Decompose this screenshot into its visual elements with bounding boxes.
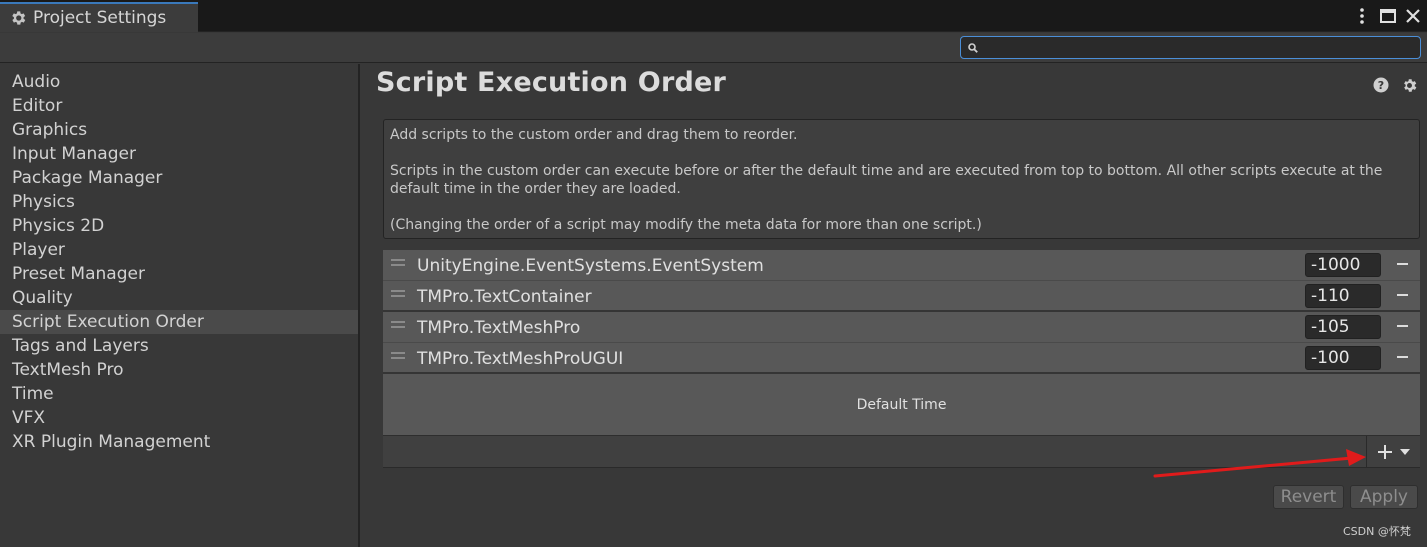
search-box[interactable] — [960, 36, 1421, 59]
sidebar-item-xr-plugin-management[interactable]: XR Plugin Management — [0, 430, 358, 454]
drag-handle-icon[interactable] — [391, 259, 405, 266]
sidebar-item-preset-manager[interactable]: Preset Manager — [0, 262, 358, 286]
watermark: CSDN @怀梵 — [1343, 525, 1411, 538]
minus-icon — [1396, 325, 1408, 327]
remove-script-button[interactable] — [1393, 348, 1411, 366]
script-name: TMPro.TextMeshPro — [417, 318, 581, 338]
execution-order-field[interactable] — [1305, 346, 1381, 370]
sidebar-item-player[interactable]: Player — [0, 238, 358, 262]
apply-button[interactable]: Apply — [1350, 485, 1418, 509]
sidebar-item-editor[interactable]: Editor — [0, 94, 358, 118]
page-title: Script Execution Order — [376, 67, 727, 98]
drag-handle-icon[interactable] — [391, 290, 405, 297]
script-name: TMPro.TextMeshProUGUI — [417, 349, 624, 369]
sidebar-item-package-manager[interactable]: Package Manager — [0, 166, 358, 190]
title-bar: Project Settings — [0, 0, 1427, 32]
plus-icon — [1377, 444, 1392, 459]
sidebar-item-textmesh-pro[interactable]: TextMesh Pro — [0, 358, 358, 382]
settings-main-panel: Script Execution Order ? Add scripts to … — [362, 64, 1427, 547]
default-time-divider: Default Time — [383, 374, 1420, 436]
help-text-meta-warning: (Changing the order of a script may modi… — [390, 217, 982, 233]
sidebar-item-vfx[interactable]: VFX — [0, 406, 358, 430]
tab-title: Project Settings — [33, 8, 167, 28]
sidebar-item-time[interactable]: Time — [0, 382, 358, 406]
maximize-icon[interactable] — [1378, 6, 1398, 26]
sidebar-item-graphics[interactable]: Graphics — [0, 118, 358, 142]
execution-order-field[interactable] — [1305, 284, 1381, 308]
tab-project-settings[interactable]: Project Settings — [0, 2, 198, 32]
settings-gear-icon[interactable] — [1400, 76, 1418, 94]
help-text-execution: Scripts in the custom order can execute … — [390, 163, 1383, 197]
revert-button[interactable]: Revert — [1273, 485, 1344, 509]
drag-handle-icon[interactable] — [391, 321, 405, 328]
settings-sidebar: Audio Editor Graphics Input Manager Pack… — [0, 64, 360, 547]
minus-icon — [1396, 294, 1408, 296]
remove-script-button[interactable] — [1393, 286, 1411, 304]
script-row[interactable]: TMPro.TextMeshProUGUI — [383, 343, 1420, 374]
minus-icon — [1396, 356, 1408, 358]
script-row[interactable]: TMPro.TextMeshPro — [383, 312, 1420, 343]
sidebar-item-physics-2d[interactable]: Physics 2D — [0, 214, 358, 238]
script-row[interactable]: TMPro.TextContainer — [383, 281, 1420, 312]
sidebar-item-audio[interactable]: Audio — [0, 70, 358, 94]
gear-icon — [12, 11, 26, 25]
sidebar-item-script-execution-order[interactable]: Script Execution Order — [0, 310, 358, 334]
execution-order-field[interactable] — [1305, 315, 1381, 339]
script-order-list: UnityEngine.EventSystems.EventSystem TMP… — [383, 250, 1420, 468]
script-name: UnityEngine.EventSystems.EventSystem — [417, 256, 764, 276]
search-icon — [968, 42, 978, 53]
close-icon[interactable] — [1403, 6, 1423, 26]
svg-text:?: ? — [1378, 79, 1384, 92]
sidebar-item-physics[interactable]: Physics — [0, 190, 358, 214]
sidebar-item-input-manager[interactable]: Input Manager — [0, 142, 358, 166]
add-script-button[interactable] — [1366, 436, 1420, 467]
drag-handle-icon[interactable] — [391, 352, 405, 359]
list-footer — [383, 436, 1420, 468]
default-time-label: Default Time — [856, 396, 947, 413]
execution-order-field[interactable] — [1305, 253, 1381, 277]
script-row[interactable]: UnityEngine.EventSystems.EventSystem — [383, 250, 1420, 281]
sidebar-item-tags-and-layers[interactable]: Tags and Layers — [0, 334, 358, 358]
help-icon[interactable]: ? — [1372, 76, 1390, 94]
help-box: Add scripts to the custom order and drag… — [383, 119, 1420, 239]
script-name: TMPro.TextContainer — [417, 287, 592, 307]
help-text-reorder: Add scripts to the custom order and drag… — [390, 127, 798, 143]
dropdown-arrow-icon — [1399, 448, 1410, 455]
remove-script-button[interactable] — [1393, 317, 1411, 335]
toolbar — [0, 33, 1427, 63]
more-options-icon[interactable] — [1352, 6, 1372, 26]
sidebar-item-quality[interactable]: Quality — [0, 286, 358, 310]
search-input[interactable] — [984, 40, 1404, 55]
minus-icon — [1396, 263, 1408, 265]
remove-script-button[interactable] — [1393, 255, 1411, 273]
